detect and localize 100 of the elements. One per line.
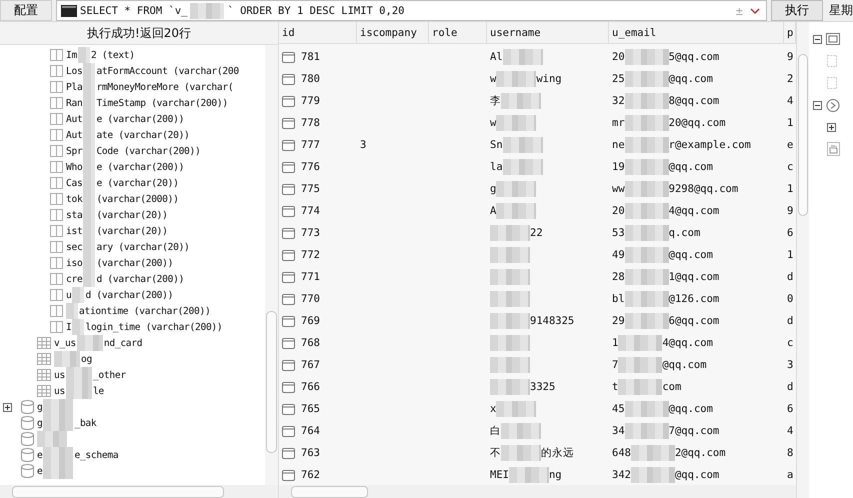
table-cell: 不: [490, 446, 501, 460]
row-icon: [282, 250, 295, 260]
table-cell: 4@qq.com: [668, 205, 720, 217]
column-icon: [50, 113, 63, 125]
table-cell: 4: [787, 95, 794, 107]
table-cell: 1: [612, 337, 618, 349]
table-cell: 9148325: [530, 315, 574, 327]
table-cell: 0: [787, 293, 794, 305]
redaction-mask: [43, 415, 74, 431]
column-item[interactable]: ationtime (varchar(200)): [0, 303, 265, 319]
redaction-mask: [624, 203, 669, 219]
table-icon: [37, 369, 51, 381]
database-item[interactable]: g: [0, 399, 265, 415]
table-cell: 1@qq.com: [668, 271, 720, 283]
redaction-mask: [618, 379, 662, 395]
collapse-icon[interactable]: [813, 100, 822, 110]
table-item[interactable]: us _other: [0, 367, 265, 383]
column-icon: [50, 161, 63, 173]
table-cell: com: [662, 381, 682, 393]
run-button[interactable]: 执行: [771, 0, 823, 21]
column-header[interactable]: username: [487, 22, 609, 43]
row-icon: [282, 52, 295, 62]
scrollbar[interactable]: [796, 22, 809, 498]
table-cell: a: [787, 469, 794, 481]
column-header[interactable]: iscompany: [357, 22, 429, 43]
table-item[interactable]: us le: [0, 383, 265, 399]
config-button[interactable]: 配置: [0, 0, 52, 21]
redaction-mask: [496, 401, 536, 417]
table-item[interactable]: v_us nd_card: [0, 335, 265, 351]
collapse-icon[interactable]: [813, 34, 822, 44]
database-item[interactable]: g _bak: [0, 415, 265, 431]
database-icon: [21, 400, 34, 414]
redaction-mask: [618, 357, 662, 373]
column-icon: [50, 257, 63, 269]
column-item[interactable]: Pla rmMoneyMoreMore (varchar(: [0, 79, 265, 95]
table-item[interactable]: og: [0, 351, 265, 367]
table-cell: A: [490, 205, 496, 217]
column-item[interactable]: cre d (varchar(200)): [0, 271, 265, 287]
redaction-mask: [508, 467, 549, 483]
table-cell: 20@qq.com: [668, 117, 726, 129]
table-cell: 32: [612, 95, 625, 107]
table-cell: Al: [490, 51, 503, 63]
column-item[interactable]: I login_time (varchar(200)): [0, 319, 265, 335]
chevron-down-icon[interactable]: [750, 8, 760, 14]
column-header[interactable]: id: [279, 22, 357, 43]
table-cell: 2@qq.com: [674, 447, 726, 459]
column-item[interactable]: sec ary (varchar(20)): [0, 239, 265, 255]
database-item[interactable]: e e_schema: [0, 447, 265, 463]
column-header[interactable]: u_email: [609, 22, 784, 43]
column-item[interactable]: ist (varchar(20)): [0, 223, 265, 239]
table-cell: 648: [612, 447, 631, 459]
redaction-mask: [72, 287, 84, 303]
database-item[interactable]: e: [0, 463, 265, 479]
weekday-label: 星期: [828, 2, 853, 19]
redaction-mask: [624, 313, 669, 329]
redaction-mask: [78, 47, 90, 63]
redaction-mask: [624, 137, 669, 153]
redaction-mask: [496, 71, 536, 87]
database-icon: [21, 416, 34, 430]
table-cell: 6: [787, 403, 794, 415]
column-item[interactable]: Who e (varchar(200)): [0, 159, 265, 175]
column-item[interactable]: Cas e (varchar(20)): [0, 175, 265, 191]
redaction-mask: [496, 181, 536, 197]
row-icon: [282, 228, 295, 238]
column-item[interactable]: tok (varchar(2000)): [0, 191, 265, 207]
column-item[interactable]: Los atFormAccount (varchar(200: [0, 63, 265, 79]
column-item[interactable]: iso (varchar(200)): [0, 255, 265, 271]
table-cell: @qq.com: [668, 73, 713, 85]
table-cell: 29: [612, 315, 625, 327]
column-item[interactable]: sta (varchar(20)): [0, 207, 265, 223]
column-item[interactable]: Aut ate (varchar(20)): [0, 127, 265, 143]
scrollbar[interactable]: [0, 485, 278, 498]
column-icon: [50, 321, 63, 333]
table-cell: 20: [612, 51, 625, 63]
redaction-mask: [624, 269, 669, 285]
redaction-mask: [501, 423, 541, 439]
expand-icon[interactable]: [3, 402, 12, 412]
table-cell: 5@qq.com: [668, 51, 720, 63]
table-cell: 765: [301, 403, 320, 415]
table-cell: 7@qq.com: [668, 425, 720, 437]
table-icon: [37, 385, 51, 397]
column-icon: [50, 65, 63, 77]
column-item[interactable]: Spr Code (varchar(200)): [0, 143, 265, 159]
row-icon: [282, 74, 295, 84]
redaction-mask: [501, 445, 541, 461]
column-header[interactable]: role: [429, 22, 487, 43]
redaction-mask: [490, 291, 530, 307]
table-cell: 22: [530, 227, 543, 239]
scrollbar[interactable]: [265, 45, 278, 485]
column-icon: [50, 97, 63, 109]
column-item[interactable]: Im 2 (text): [0, 47, 265, 63]
row-icon: [282, 382, 295, 392]
column-item[interactable]: u d (varchar(200)): [0, 287, 265, 303]
table-cell: ne: [612, 139, 625, 151]
column-icon: [50, 305, 63, 317]
sql-query-field[interactable]: SELECT * FROM `v_ ` ORDER BY 1 DESC LIMIT 0,20 ±: [56, 0, 767, 21]
expand-icon[interactable]: [827, 122, 836, 132]
column-item[interactable]: Ran TimeStamp (varchar(200)): [0, 95, 265, 111]
column-item[interactable]: Aut e (varchar(200)): [0, 111, 265, 127]
scrollbar[interactable]: [279, 485, 796, 498]
